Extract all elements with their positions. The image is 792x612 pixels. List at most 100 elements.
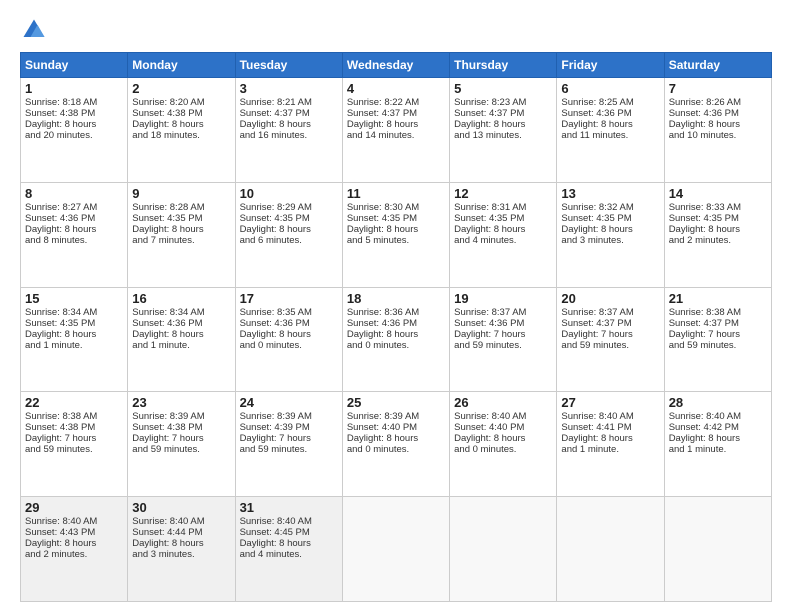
calendar-cell: 19Sunrise: 8:37 AMSunset: 4:36 PMDayligh…	[450, 287, 557, 392]
day-info-line: Sunrise: 8:40 AM	[669, 411, 767, 422]
weekday-header-wednesday: Wednesday	[342, 53, 449, 78]
calendar-week-2: 8Sunrise: 8:27 AMSunset: 4:36 PMDaylight…	[21, 182, 772, 287]
day-info-line: and 4 minutes.	[454, 235, 552, 246]
day-info-line: Daylight: 8 hours	[454, 433, 552, 444]
day-number: 31	[240, 500, 338, 515]
day-number: 12	[454, 186, 552, 201]
day-number: 19	[454, 291, 552, 306]
day-info-line: and 13 minutes.	[454, 130, 552, 141]
day-info-line: Sunset: 4:37 PM	[240, 108, 338, 119]
day-info-line: and 59 minutes.	[454, 340, 552, 351]
day-info-line: Sunrise: 8:27 AM	[25, 202, 123, 213]
day-info-line: and 2 minutes.	[669, 235, 767, 246]
day-info-line: Sunset: 4:41 PM	[561, 422, 659, 433]
day-info-line: Daylight: 8 hours	[25, 119, 123, 130]
day-number: 1	[25, 81, 123, 96]
day-info-line: Sunrise: 8:29 AM	[240, 202, 338, 213]
day-info-line: and 11 minutes.	[561, 130, 659, 141]
day-info-line: and 6 minutes.	[240, 235, 338, 246]
day-info-line: Sunrise: 8:35 AM	[240, 307, 338, 318]
calendar-week-3: 15Sunrise: 8:34 AMSunset: 4:35 PMDayligh…	[21, 287, 772, 392]
day-info-line: Sunrise: 8:30 AM	[347, 202, 445, 213]
day-info-line: Daylight: 7 hours	[240, 433, 338, 444]
day-info-line: Sunrise: 8:38 AM	[669, 307, 767, 318]
weekday-header-saturday: Saturday	[664, 53, 771, 78]
day-info-line: Sunset: 4:35 PM	[132, 213, 230, 224]
day-info-line: and 3 minutes.	[561, 235, 659, 246]
day-info-line: Sunset: 4:36 PM	[25, 213, 123, 224]
day-number: 26	[454, 395, 552, 410]
day-info-line: and 3 minutes.	[132, 549, 230, 560]
day-number: 4	[347, 81, 445, 96]
day-number: 29	[25, 500, 123, 515]
day-info-line: Sunset: 4:39 PM	[240, 422, 338, 433]
day-info-line: Daylight: 7 hours	[561, 329, 659, 340]
calendar-week-1: 1Sunrise: 8:18 AMSunset: 4:38 PMDaylight…	[21, 78, 772, 183]
day-info-line: Sunrise: 8:40 AM	[25, 516, 123, 527]
day-info-line: Sunrise: 8:40 AM	[240, 516, 338, 527]
day-info-line: Sunset: 4:38 PM	[25, 108, 123, 119]
day-info-line: Sunset: 4:36 PM	[132, 318, 230, 329]
day-info-line: Sunrise: 8:26 AM	[669, 97, 767, 108]
day-info-line: Sunset: 4:38 PM	[25, 422, 123, 433]
day-info-line: and 20 minutes.	[25, 130, 123, 141]
day-info-line: and 5 minutes.	[347, 235, 445, 246]
day-info-line: Daylight: 8 hours	[669, 433, 767, 444]
day-info-line: Sunset: 4:35 PM	[25, 318, 123, 329]
day-info-line: Daylight: 8 hours	[454, 224, 552, 235]
day-info-line: and 8 minutes.	[25, 235, 123, 246]
logo-icon	[20, 16, 48, 44]
day-info-line: Sunrise: 8:33 AM	[669, 202, 767, 213]
day-info-line: Sunrise: 8:40 AM	[454, 411, 552, 422]
day-info-line: Daylight: 8 hours	[454, 119, 552, 130]
calendar-cell: 14Sunrise: 8:33 AMSunset: 4:35 PMDayligh…	[664, 182, 771, 287]
day-info-line: and 59 minutes.	[25, 444, 123, 455]
header	[20, 16, 772, 44]
day-info-line: Sunset: 4:36 PM	[347, 318, 445, 329]
calendar-cell: 16Sunrise: 8:34 AMSunset: 4:36 PMDayligh…	[128, 287, 235, 392]
day-info-line: Sunset: 4:37 PM	[347, 108, 445, 119]
calendar-cell: 8Sunrise: 8:27 AMSunset: 4:36 PMDaylight…	[21, 182, 128, 287]
day-info-line: Daylight: 8 hours	[347, 433, 445, 444]
day-info-line: Sunrise: 8:22 AM	[347, 97, 445, 108]
calendar-cell: 3Sunrise: 8:21 AMSunset: 4:37 PMDaylight…	[235, 78, 342, 183]
calendar-cell: 31Sunrise: 8:40 AMSunset: 4:45 PMDayligh…	[235, 497, 342, 602]
day-info-line: and 1 minute.	[25, 340, 123, 351]
calendar-cell: 18Sunrise: 8:36 AMSunset: 4:36 PMDayligh…	[342, 287, 449, 392]
day-number: 14	[669, 186, 767, 201]
day-number: 9	[132, 186, 230, 201]
day-number: 30	[132, 500, 230, 515]
day-info-line: and 0 minutes.	[347, 444, 445, 455]
day-info-line: and 2 minutes.	[25, 549, 123, 560]
day-info-line: Sunrise: 8:28 AM	[132, 202, 230, 213]
day-info-line: Sunset: 4:40 PM	[347, 422, 445, 433]
day-info-line: and 1 minute.	[561, 444, 659, 455]
day-info-line: Sunrise: 8:18 AM	[25, 97, 123, 108]
day-number: 6	[561, 81, 659, 96]
calendar-cell	[342, 497, 449, 602]
day-info-line: Daylight: 7 hours	[669, 329, 767, 340]
day-info-line: Daylight: 8 hours	[669, 224, 767, 235]
day-info-line: Sunset: 4:37 PM	[669, 318, 767, 329]
calendar-cell: 4Sunrise: 8:22 AMSunset: 4:37 PMDaylight…	[342, 78, 449, 183]
day-info-line: Sunrise: 8:34 AM	[132, 307, 230, 318]
day-info-line: Sunset: 4:36 PM	[561, 108, 659, 119]
day-info-line: Sunset: 4:37 PM	[561, 318, 659, 329]
calendar-cell: 11Sunrise: 8:30 AMSunset: 4:35 PMDayligh…	[342, 182, 449, 287]
day-info-line: Daylight: 8 hours	[132, 538, 230, 549]
calendar-cell: 9Sunrise: 8:28 AMSunset: 4:35 PMDaylight…	[128, 182, 235, 287]
weekday-header-tuesday: Tuesday	[235, 53, 342, 78]
day-info-line: Sunset: 4:43 PM	[25, 527, 123, 538]
weekday-header-sunday: Sunday	[21, 53, 128, 78]
day-number: 2	[132, 81, 230, 96]
weekday-header-row: SundayMondayTuesdayWednesdayThursdayFrid…	[21, 53, 772, 78]
day-number: 23	[132, 395, 230, 410]
day-info-line: Sunset: 4:36 PM	[240, 318, 338, 329]
day-info-line: Daylight: 8 hours	[25, 538, 123, 549]
day-info-line: Daylight: 7 hours	[132, 433, 230, 444]
day-number: 28	[669, 395, 767, 410]
day-info-line: Daylight: 8 hours	[240, 224, 338, 235]
day-info-line: Daylight: 8 hours	[347, 224, 445, 235]
day-info-line: Daylight: 8 hours	[25, 224, 123, 235]
day-info-line: Daylight: 8 hours	[240, 329, 338, 340]
